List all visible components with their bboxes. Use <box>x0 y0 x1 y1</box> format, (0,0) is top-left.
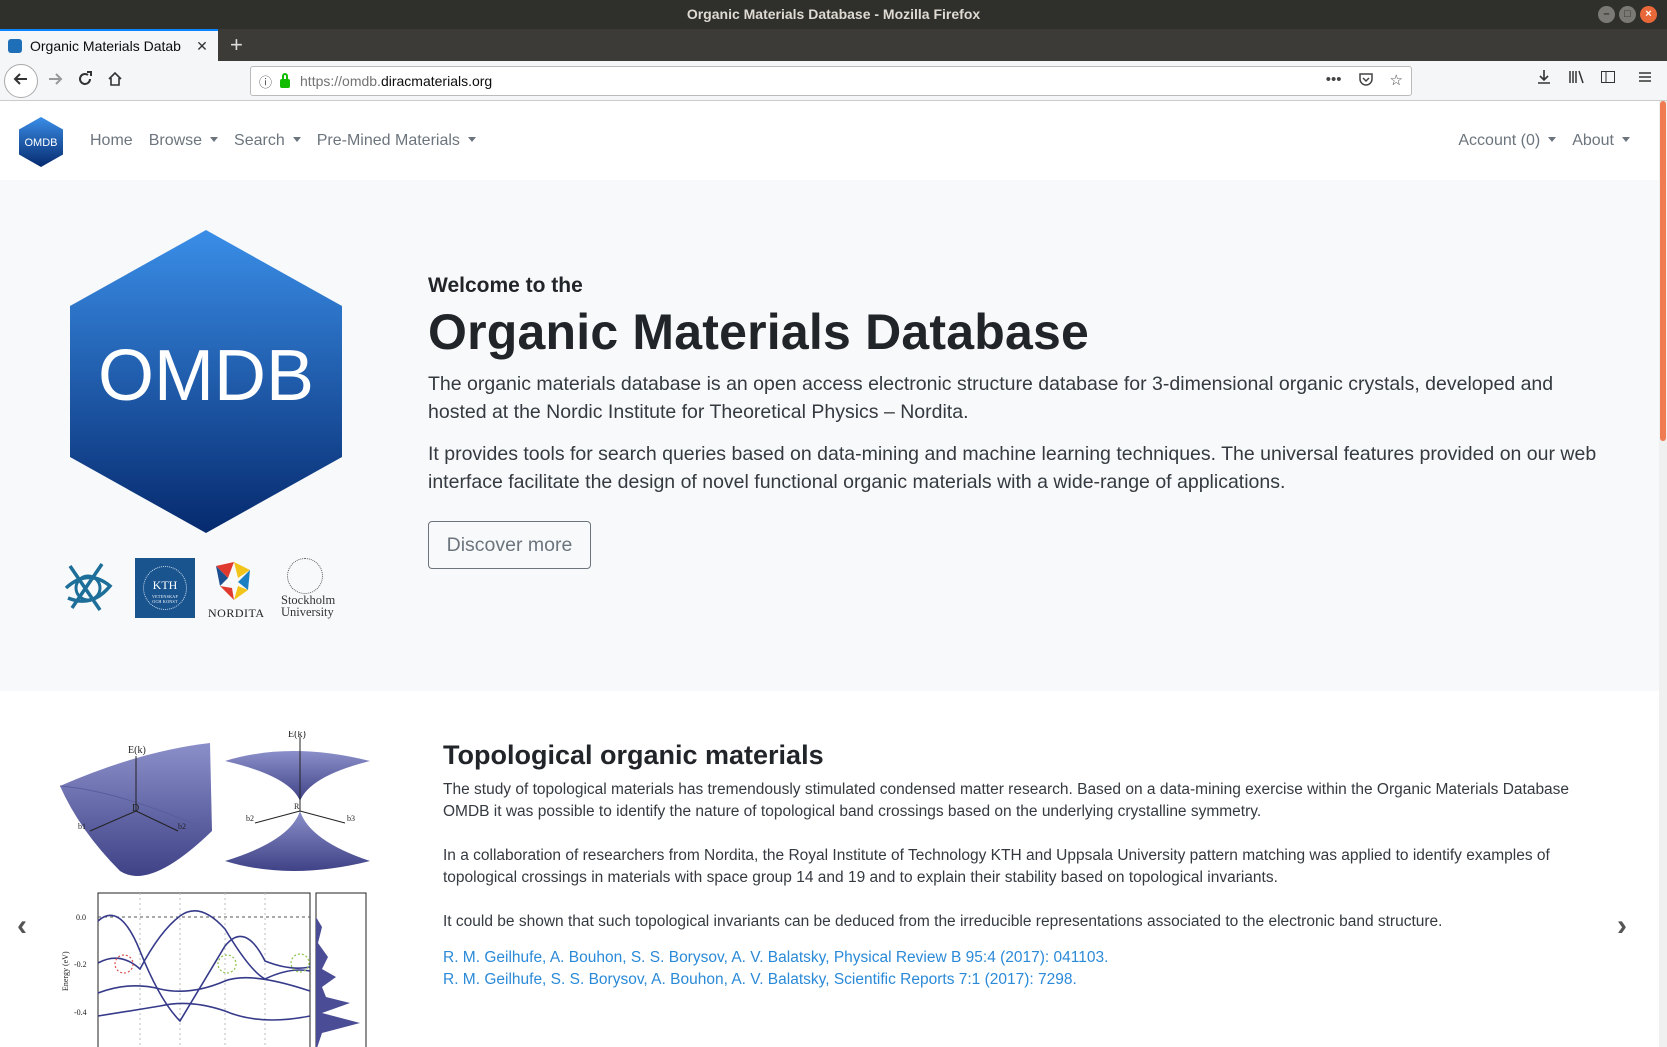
reload-icon <box>79 71 92 85</box>
maximize-icon[interactable]: □ <box>1619 6 1636 23</box>
window-title: Organic Materials Database - Mozilla Fir… <box>686 6 981 22</box>
partner-logos: KTH VETENSKAP OCH KONST NORDITA Stockhol… <box>62 558 352 623</box>
tab-strip: Organic Materials Datab ✕ + <box>0 29 1667 61</box>
lock-icon[interactable] <box>280 72 291 88</box>
reference-link-2[interactable]: R. M. Geilhufe, S. S. Borysov, A. Bouhon… <box>443 969 1613 991</box>
kth-logo-sub2: OCH KONST <box>152 599 178 604</box>
url-host: diracmaterials.org <box>380 73 493 89</box>
nordita-star-icon <box>216 562 250 600</box>
su-logo-text: Stockholm University <box>281 594 335 619</box>
scrollbar-thumb[interactable] <box>1660 101 1666 441</box>
nav-search-label: Search <box>234 131 285 149</box>
nordita-logo-text: NORDITA <box>208 606 265 620</box>
carousel-paragraph-3: It could be shown that such topological … <box>443 913 1443 930</box>
browser-toolbar: ⓘ https://omdb. diracmaterials.org ••• ☆ <box>0 61 1667 101</box>
new-tab-button[interactable]: + <box>230 31 243 59</box>
nav-home[interactable]: Home <box>90 132 133 150</box>
window-titlebar: Organic Materials Database - Mozilla Fir… <box>0 0 1667 29</box>
nav-account-dropdown[interactable]: Account (0) <box>1458 132 1556 150</box>
hero-text: Welcome to the Organic Materials Databas… <box>428 274 1608 510</box>
forward-arrow-icon <box>49 73 63 85</box>
right-nav: Account (0) About <box>1458 101 1630 180</box>
su-seal-icon <box>287 558 323 594</box>
nav-premined-dropdown[interactable]: Pre-Mined Materials <box>317 132 476 150</box>
fig-b-label-3: b2 <box>246 814 254 823</box>
hero-section: OMDB KTH VETENSKAP OCH KONST NORDITA Sto… <box>0 180 1659 691</box>
menu-hamburger-icon[interactable] <box>1637 66 1653 96</box>
hero-title: Organic Materials Database <box>428 304 1090 360</box>
reference-link-1[interactable]: R. M. Geilhufe, A. Bouhon, S. S. Borysov… <box>443 947 1613 969</box>
library-icon[interactable] <box>1568 66 1586 96</box>
carousel-title: Topological organic materials <box>443 740 824 770</box>
back-arrow-icon <box>13 73 27 85</box>
tab-omdb[interactable]: Organic Materials Datab ✕ <box>0 29 218 61</box>
discover-more-button[interactable]: Discover more <box>428 521 591 569</box>
hex-logo-text: OMDB <box>98 336 314 416</box>
close-window-icon[interactable]: × <box>1640 6 1657 23</box>
nav-account-label: Account (0) <box>1458 131 1541 149</box>
carousel-paragraph-2: In a collaboration of researchers from N… <box>443 847 1550 886</box>
brand-text: OMDB <box>25 137 58 149</box>
carousel-next-icon[interactable]: › <box>1617 909 1627 943</box>
url-prefix: https://omdb. <box>300 73 381 89</box>
brand-logo[interactable]: OMDB <box>19 117 63 167</box>
home-button[interactable] <box>100 66 130 96</box>
site-info-icon[interactable]: ⓘ <box>259 72 272 91</box>
url-actions: ••• ☆ <box>1326 71 1403 91</box>
nav-browse-label: Browse <box>148 131 203 149</box>
kth-logo-text: KTH <box>152 578 178 592</box>
hero-welcome: Welcome to the <box>428 274 583 297</box>
carousel-paragraph-1: The study of topological materials has t… <box>443 781 1570 820</box>
fig-y-1: -0.2 <box>74 960 87 969</box>
back-button[interactable] <box>4 64 38 98</box>
fig-y-0: 0.0 <box>76 913 86 922</box>
hero-paragraph-1: The organic materials database is an ope… <box>428 373 1554 423</box>
minimize-icon[interactable]: – <box>1598 6 1615 23</box>
site-navbar: OMDB Home Browse Search Pre-Mined Materi… <box>0 101 1667 180</box>
uppsala-logo-icon <box>64 563 113 611</box>
fig-d-label: D <box>132 803 139 814</box>
carousel-caption: Topological organic materials The study … <box>443 740 1613 991</box>
reload-button[interactable] <box>70 66 100 96</box>
tab-close-icon[interactable]: ✕ <box>194 38 210 55</box>
band-structure-figure: E(k) D b1 b2 E(k) R b2 b3 0.0 -0.2 -0.4 … <box>59 729 400 1047</box>
kth-logo: KTH VETENSKAP OCH KONST <box>135 558 195 618</box>
downloads-icon[interactable] <box>1536 66 1552 96</box>
nav-premined-label: Pre-Mined Materials <box>316 131 460 149</box>
fig-b-label-2: b2 <box>178 822 186 831</box>
fig-ek-left: E(k) <box>128 745 146 756</box>
nav-browse-dropdown[interactable]: Browse <box>149 132 218 150</box>
forward-button[interactable] <box>40 66 70 96</box>
main-nav: Home Browse Search Pre-Mined Materials <box>90 101 476 180</box>
omdb-hex-logo: OMDB <box>70 230 342 538</box>
fig-ek-right: E(k) <box>288 731 306 740</box>
favicon-icon <box>8 39 22 53</box>
carousel-prev-icon[interactable]: ‹ <box>17 909 27 943</box>
fig-r-label: R <box>294 802 300 811</box>
bookmark-star-icon[interactable]: ☆ <box>1390 71 1403 91</box>
home-icon <box>108 71 122 86</box>
fig-y-2: -0.4 <box>74 1008 87 1017</box>
su-line2: University <box>281 605 334 619</box>
nav-search-dropdown[interactable]: Search <box>234 132 301 150</box>
pocket-icon[interactable] <box>1358 71 1374 91</box>
fig-y-label: Energy (eV) <box>61 951 70 991</box>
carousel: ‹ E(k) D b1 b2 E(k) R b2 b3 0.0 -0.2 -0.… <box>0 691 1659 1047</box>
sidebar-icon[interactable] <box>1600 66 1616 96</box>
page-actions-icon[interactable]: ••• <box>1326 71 1342 91</box>
nav-about-label: About <box>1572 131 1614 149</box>
fig-b-label-1: b1 <box>78 822 86 831</box>
tab-title: Organic Materials Datab <box>30 38 181 54</box>
url-bar[interactable]: ⓘ https://omdb. diracmaterials.org ••• ☆ <box>250 66 1412 96</box>
hero-paragraph-2: It provides tools for search queries bas… <box>428 443 1597 493</box>
nav-about-dropdown[interactable]: About <box>1572 132 1630 150</box>
fig-b-label-4: b3 <box>347 814 355 823</box>
window-controls: – □ × <box>1598 6 1657 23</box>
